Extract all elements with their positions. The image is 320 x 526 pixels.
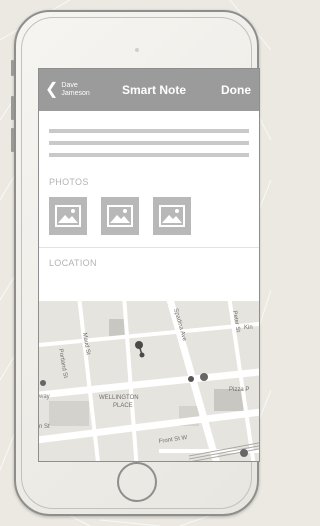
poi-label: Pizza P — [229, 387, 249, 393]
navigation-bar: ❮ Dave Jameson Smart Note Done — [39, 69, 259, 111]
image-icon — [55, 205, 81, 227]
map-marker-icon — [240, 449, 248, 457]
mute-switch — [11, 60, 14, 76]
note-text-placeholder[interactable] — [39, 111, 259, 157]
app-screen: ❮ Dave Jameson Smart Note Done PHOTOS LO… — [38, 68, 260, 462]
map-building — [49, 401, 89, 426]
map-marker-icon — [139, 352, 145, 358]
street-label-king: Kin — [244, 325, 253, 331]
map-marker-icon — [200, 373, 208, 381]
image-icon — [159, 205, 185, 227]
photo-thumbnail[interactable] — [101, 197, 139, 235]
photo-row — [39, 197, 259, 235]
location-map[interactable]: Maud St Portland St Spadina Ave Peter St… — [39, 301, 259, 461]
place-label-line1: WELLINGTON — [99, 395, 139, 401]
back-label-line2: Jameson — [61, 90, 90, 97]
text-line — [49, 129, 249, 133]
map-marker-icon — [40, 380, 46, 386]
location-section-label: LOCATION — [49, 258, 97, 268]
map-graphic: Maud St Portland St Spadina Ave Peter St… — [39, 301, 259, 461]
volume-down-button — [11, 128, 14, 152]
photos-section-label: PHOTOS — [49, 177, 89, 187]
home-button[interactable] — [116, 462, 157, 502]
map-marker-icon — [188, 376, 194, 382]
chevron-left-icon: ❮ — [45, 81, 59, 98]
photo-thumbnail[interactable] — [153, 197, 191, 235]
text-line — [49, 153, 249, 157]
photo-thumbnail[interactable] — [49, 197, 87, 235]
street-label-way: way — [39, 394, 50, 400]
back-label-line1: Dave — [61, 82, 78, 89]
text-line — [49, 141, 249, 145]
street-label-st: n St — [39, 424, 50, 430]
back-label: Dave Jameson — [61, 82, 89, 98]
back-button[interactable]: ❮ Dave Jameson — [39, 82, 103, 98]
volume-up-button — [11, 96, 14, 120]
page-title: Smart Note — [121, 83, 186, 97]
done-button[interactable]: Done — [205, 83, 259, 97]
earpiece — [134, 48, 139, 52]
place-label-line2: PLACE — [113, 403, 133, 409]
divider — [39, 247, 259, 248]
image-icon — [107, 205, 133, 227]
